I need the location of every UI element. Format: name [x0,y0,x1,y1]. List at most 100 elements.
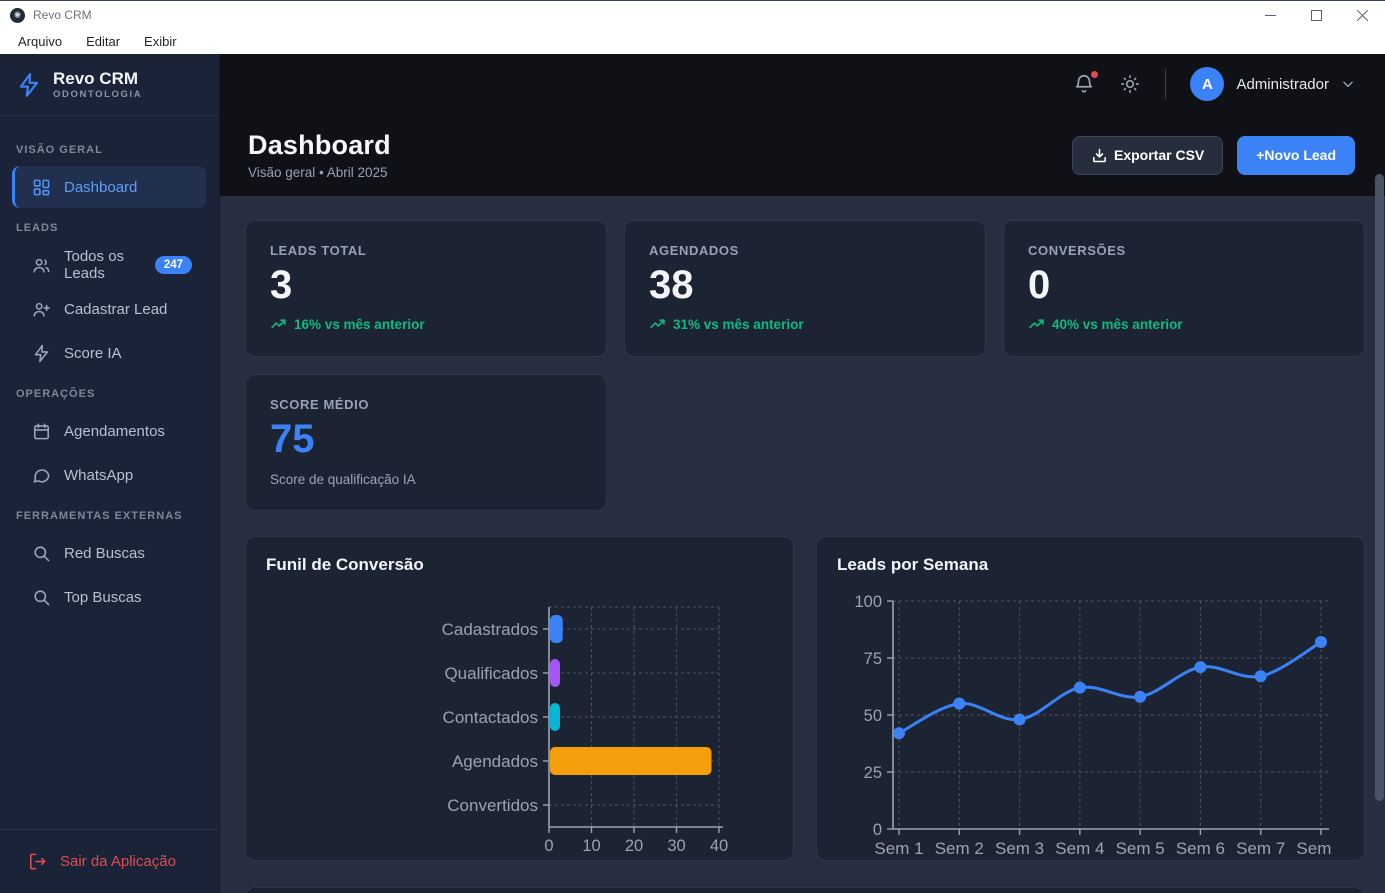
page-subtitle: Visão geral • Abril 2025 [248,165,391,180]
users-icon [32,256,51,275]
export-csv-label: Exportar CSV [1114,147,1204,163]
sidebar-item-label: WhatsApp [64,467,133,484]
app-window: ✺ Revo CRM Arquivo Editar Exibir [0,0,1385,893]
sidebar: Revo CRM ODONTOLOGIA VISÃO GERAL Dashboa… [0,54,220,893]
menu-edit[interactable]: Editar [76,31,130,52]
svg-text:0: 0 [544,837,553,855]
svg-text:0: 0 [873,821,882,839]
stat-value: 75 [270,418,582,460]
user-name: Administrador [1236,76,1329,93]
stat-label: CONVERSÕES [1028,243,1340,258]
svg-text:75: 75 [864,650,882,668]
sidebar-logo: Revo CRM ODONTOLOGIA [0,54,219,116]
bolt-logo-icon [16,72,42,98]
chat-bubble-icon [32,466,51,485]
menu-view[interactable]: Exibir [134,31,187,52]
svg-text:Sem 6: Sem 6 [1176,839,1225,858]
svg-text:Cadastrados: Cadastrados [442,620,538,639]
calendar-icon [32,422,51,441]
sidebar-item-dashboard[interactable]: Dashboard [12,166,206,208]
user-plus-icon [32,300,51,319]
weekly-leads-line-chart: 0255075100Sem 1Sem 2Sem 3Sem 4Sem 5Sem 6… [837,579,1344,865]
funnel-chart-card: Funil de Conversão 010203040CadastradosQ… [245,536,794,861]
sidebar-item-whatsapp[interactable]: WhatsApp [12,454,206,496]
stat-trend-text: 16% vs mês anterior [294,317,425,332]
menubar: Arquivo Editar Exibir [0,29,1385,54]
sidebar-logout[interactable]: Sair da Aplicação [0,829,219,893]
user-menu[interactable]: A Administrador [1190,67,1355,101]
sidebar-item-top-buscas[interactable]: Top Buscas [12,576,206,618]
stat-label: AGENDADOS [649,243,961,258]
stat-label: SCORE MÉDIO [270,397,582,412]
svg-text:30: 30 [667,837,685,855]
logout-icon [28,852,47,871]
trending-up-icon [270,316,287,333]
titlebar: ✺ Revo CRM [0,1,1385,29]
chevron-down-icon [1341,77,1355,91]
nav-section-label: FERRAMENTAS EXTERNAS [16,510,203,522]
sidebar-item-red-buscas[interactable]: Red Buscas [12,532,206,574]
sidebar-item-label: Agendamentos [64,423,165,440]
notification-dot [1091,71,1098,78]
sidebar-item-cadastrar-lead[interactable]: Cadastrar Lead [12,288,206,330]
sidebar-item-score-ia[interactable]: Score IA [12,332,206,374]
page-title: Dashboard [248,130,391,161]
notifications-button[interactable] [1073,73,1095,95]
stats-grid: LEADS TOTAL 3 16% vs mês anterior AGENDA… [245,220,1365,511]
svg-text:Qualificados: Qualificados [444,664,538,683]
sidebar-nav: VISÃO GERAL Dashboard LEADS Todo [0,116,219,829]
sidebar-item-label: Top Buscas [64,589,142,606]
new-lead-button[interactable]: +Novo Lead [1237,136,1355,175]
sidebar-item-todos-os-leads[interactable]: Todos os Leads 247 [12,244,206,286]
svg-text:10: 10 [582,837,600,855]
topbar-divider [1165,69,1166,99]
sun-icon [1119,73,1141,95]
close-button[interactable] [1339,1,1385,29]
svg-text:Sem 1: Sem 1 [874,839,923,858]
svg-text:Contactados: Contactados [443,708,538,727]
dashboard-content: LEADS TOTAL 3 16% vs mês anterior AGENDA… [220,196,1385,893]
weekly-leads-chart-title: Leads por Semana [837,555,1344,575]
sidebar-item-label: Score IA [64,345,122,362]
window-controls [1247,1,1385,29]
topbar: A Administrador [220,54,1385,114]
sidebar-item-label: Dashboard [64,179,137,196]
stat-card-conversoes: CONVERSÕES 0 40% vs mês anterior [1003,220,1365,357]
svg-text:40: 40 [710,837,728,855]
sidebar-logo-title: Revo CRM [53,69,142,89]
svg-text:Agendados: Agendados [452,752,538,771]
stat-card-score-medio: SCORE MÉDIO 75 Score de qualificação IA [245,374,607,511]
export-csv-button[interactable]: Exportar CSV [1072,136,1223,175]
window-title: Revo CRM [33,8,92,22]
svg-text:Sem 8: Sem 8 [1296,839,1335,858]
search-icon [32,588,51,607]
menu-file[interactable]: Arquivo [8,31,72,52]
sidebar-item-label: Red Buscas [64,545,145,562]
charts-grid: Funil de Conversão 010203040CadastradosQ… [245,536,1365,861]
stat-value: 38 [649,264,961,306]
svg-text:100: 100 [854,593,882,611]
funnel-bar-chart: 0 10 20 30 40 Cadastrados Qualificados Contacta… [266,579,773,865]
sidebar-item-label: Cadastrar Lead [64,301,167,318]
scrollbar-thumb[interactable] [1375,174,1384,801]
search-icon [32,544,51,563]
theme-toggle-button[interactable] [1119,73,1141,95]
nav-section-label: LEADS [16,222,203,234]
page-header: Dashboard Visão geral • Abril 2025 Expor… [220,114,1385,196]
stat-card-agendados: AGENDADOS 38 31% vs mês anterior [624,220,986,357]
stat-trend-text: 31% vs mês anterior [673,317,804,332]
svg-text:20: 20 [625,837,643,855]
nav-section-label: VISÃO GERAL [16,144,203,156]
stat-value: 3 [270,264,582,306]
weekly-leads-chart-card: Leads por Semana 0255075100Sem 1Sem 2Sem… [816,536,1365,861]
maximize-button[interactable] [1293,1,1339,29]
minimize-button[interactable] [1247,1,1293,29]
logout-label: Sair da Aplicação [60,853,176,870]
next-section-card-partial [245,887,1365,893]
sidebar-item-label: Todos os Leads [64,248,142,282]
dashboard-grid-icon [32,178,51,197]
svg-text:Sem 2: Sem 2 [935,839,984,858]
sidebar-item-agendamentos[interactable]: Agendamentos [12,410,206,452]
trending-up-icon [1028,316,1045,333]
leads-count-badge: 247 [155,256,192,274]
